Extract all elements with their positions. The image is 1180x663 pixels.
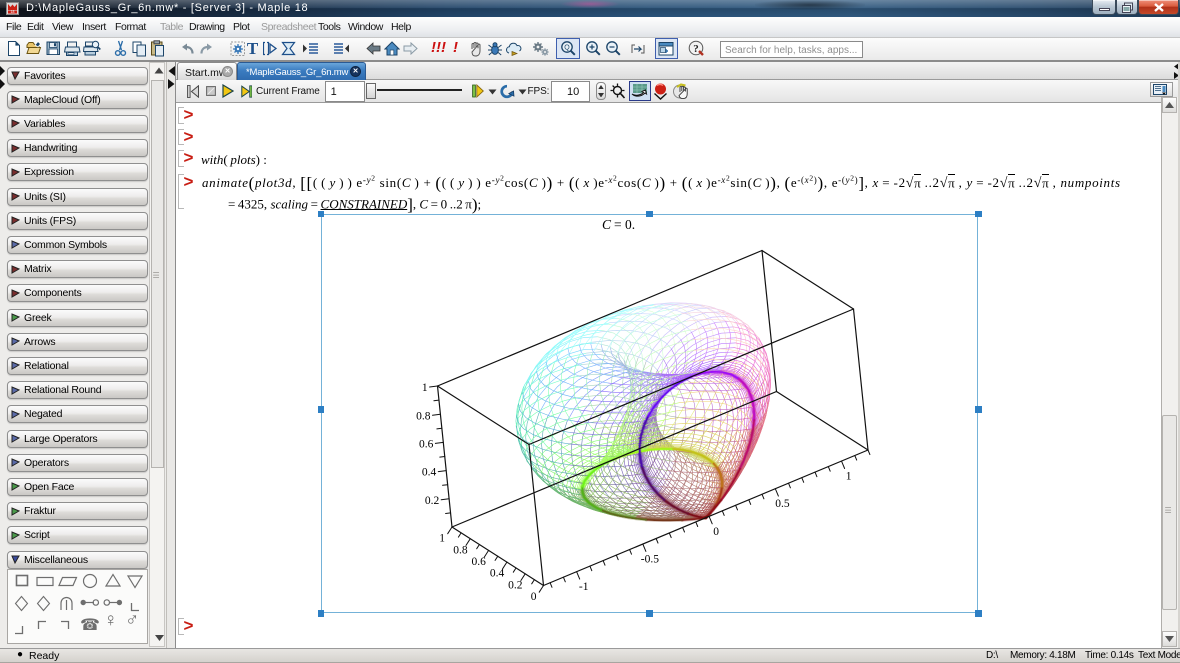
svg-text:?: ? <box>693 43 699 55</box>
svg-text:18: 18 <box>11 10 15 14</box>
svg-text:Q: Q <box>564 45 570 52</box>
